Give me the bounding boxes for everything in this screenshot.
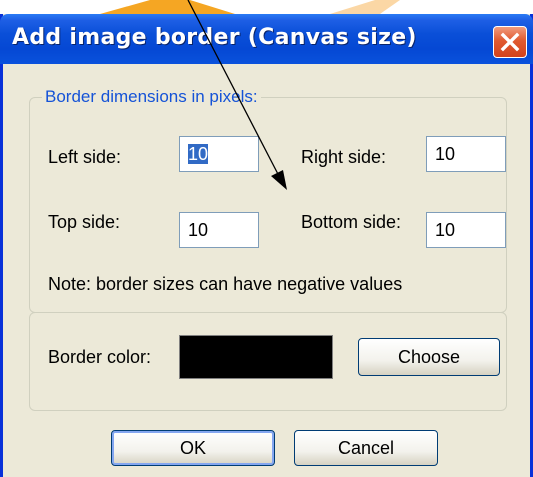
- dialog-window: Add image border (Canvas size) Border di…: [0, 14, 533, 477]
- cancel-button-label: Cancel: [337, 437, 395, 458]
- top-side-value: 10: [188, 220, 209, 240]
- bottom-side-value: 10: [435, 220, 456, 240]
- bottom-side-label: Bottom side:: [301, 212, 402, 232]
- right-side-label: Right side:: [301, 147, 387, 167]
- negative-values-note: Note: border sizes can have negative val…: [48, 274, 403, 294]
- choose-button-label: Choose: [397, 346, 461, 367]
- top-side-label: Top side:: [48, 212, 121, 232]
- left-side-input[interactable]: 10: [179, 136, 259, 172]
- border-color-label: Border color:: [48, 347, 152, 367]
- cancel-button[interactable]: Cancel: [294, 430, 438, 466]
- window-title: Add image border (Canvas size): [12, 25, 417, 50]
- left-side-label: Left side:: [48, 147, 122, 167]
- ok-button[interactable]: OK: [111, 430, 275, 466]
- close-button[interactable]: [493, 26, 527, 58]
- choose-color-button[interactable]: Choose: [358, 338, 500, 376]
- right-side-input[interactable]: 10: [426, 136, 506, 172]
- close-icon: [500, 32, 520, 52]
- border-color-swatch: [179, 335, 333, 379]
- bottom-side-input[interactable]: 10: [426, 212, 506, 248]
- title-bar[interactable]: Add image border (Canvas size): [0, 14, 533, 64]
- dimensions-legend: Border dimensions in pixels:: [42, 87, 261, 107]
- right-side-value: 10: [435, 144, 456, 164]
- ok-button-label: OK: [179, 437, 206, 458]
- left-side-value: 10: [188, 144, 209, 164]
- top-side-input[interactable]: 10: [179, 212, 259, 248]
